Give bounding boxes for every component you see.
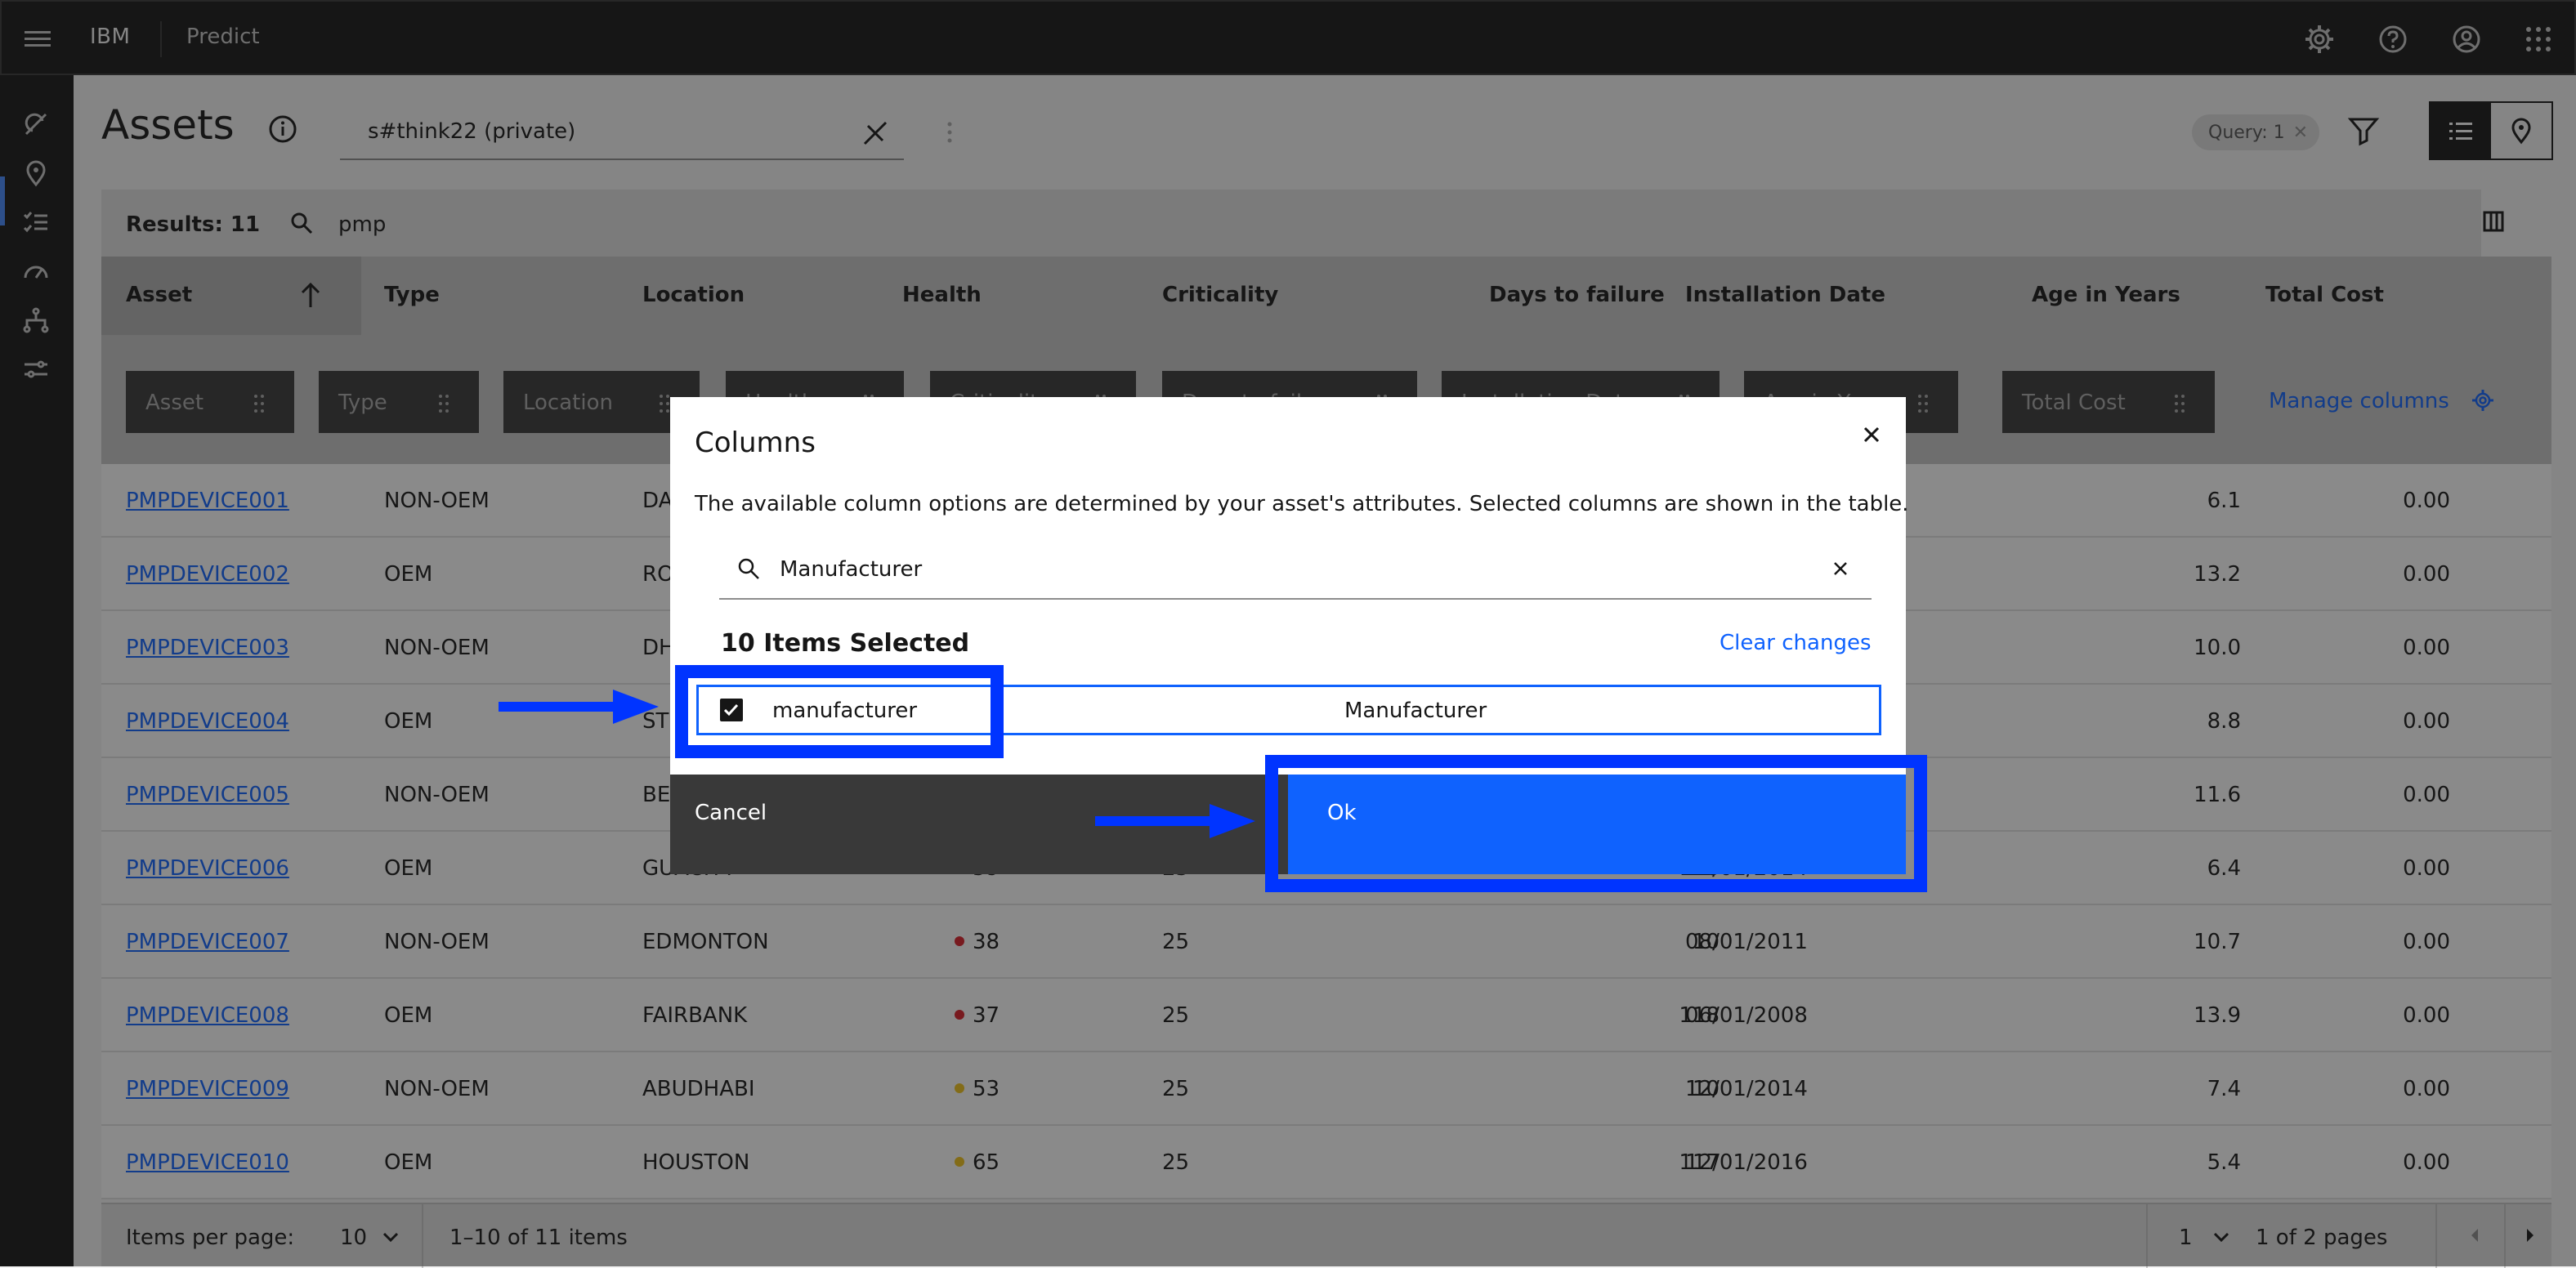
close-icon[interactable] [1854,417,1890,453]
highlight-box-checkbox [675,665,1004,758]
arrow-icon [1095,804,1255,838]
modal-title: Columns [695,426,816,459]
column-search-value: Manufacturer [780,557,923,582]
highlight-box-ok [1265,755,1927,892]
modal-description: The available column options are determi… [695,492,1909,516]
clear-search-icon[interactable] [1827,556,1854,582]
search-icon [738,558,759,579]
column-search-input[interactable]: Manufacturer [719,541,1872,600]
arrow-icon [499,690,659,724]
clear-changes-link[interactable]: Clear changes [1720,631,1872,655]
selected-count: 10 Items Selected [721,629,970,658]
column-option-label: Manufacturer [1344,699,1487,723]
